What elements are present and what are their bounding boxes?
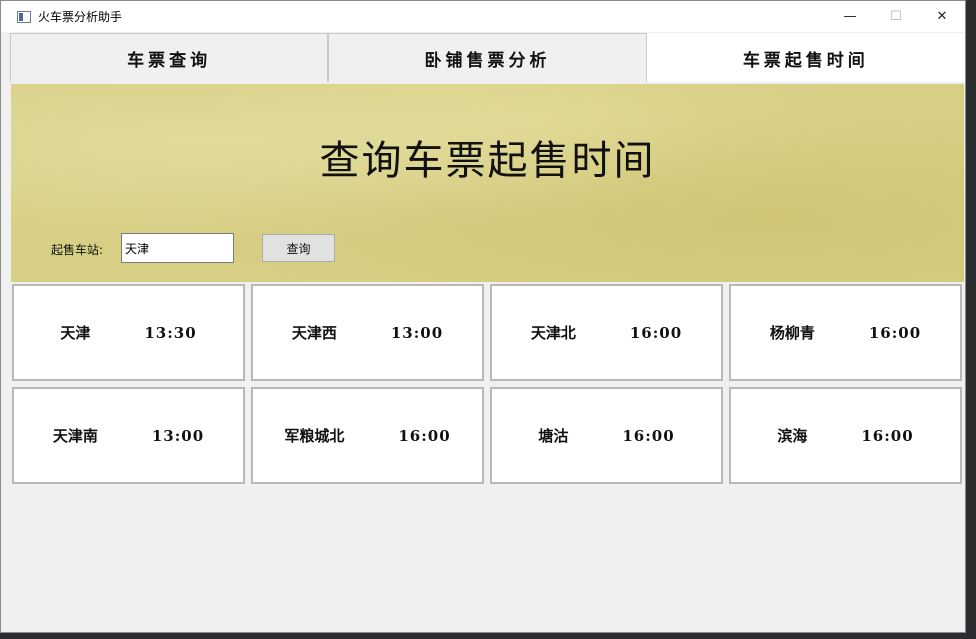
station-card: 军粮城北 16:00 <box>251 387 484 484</box>
station-name: 天津西 <box>291 324 337 342</box>
station-input[interactable] <box>121 233 234 263</box>
station-card: 杨柳青 16:00 <box>729 284 962 381</box>
station-card: 滨海 16:00 <box>729 387 962 484</box>
station-card: 天津南 13:00 <box>12 387 245 484</box>
tab-ticket-query[interactable]: 车票查询 <box>10 33 329 82</box>
sale-time: 16:00 <box>398 426 451 445</box>
station-name: 军粮城北 <box>284 427 345 445</box>
maximize-button[interactable]: ☐ <box>873 1 919 32</box>
station-label: 起售车站: <box>51 243 104 257</box>
station-card: 天津西 13:00 <box>251 284 484 381</box>
page-title: 查询车票起售时间 <box>319 138 656 184</box>
sale-time: 16:00 <box>629 323 683 342</box>
sale-time: 13:00 <box>151 426 205 445</box>
minimize-icon: — <box>843 9 857 24</box>
station-name: 滨海 <box>777 427 808 445</box>
maximize-icon: ☐ <box>890 9 902 24</box>
station-grid: 天津 13:30 天津西 13:00 天津北 16:00 杨柳青 16:00 天… <box>12 284 962 484</box>
station-name: 塘沽 <box>538 427 569 445</box>
background-edge <box>966 0 976 639</box>
tab-bar: 车票查询 卧铺售票分析 车票起售时间 <box>10 33 965 82</box>
station-card: 天津 13:30 <box>12 284 245 381</box>
station-card: 天津北 16:00 <box>490 284 723 381</box>
app-window: 火车票分析助手 — ☐ ✕ 车票查询 卧铺售票分析 车票起售时间 查询车票起售时… <box>0 0 966 633</box>
minimize-button[interactable]: — <box>827 1 873 32</box>
station-name: 天津南 <box>52 427 98 445</box>
app-icon <box>17 10 31 23</box>
tab-sale-time[interactable]: 车票起售时间 <box>646 33 965 82</box>
close-icon: ✕ <box>936 9 948 24</box>
tab-sleeper-analysis[interactable]: 卧铺售票分析 <box>328 33 647 82</box>
station-name: 杨柳青 <box>769 324 815 342</box>
station-name: 天津北 <box>530 324 576 342</box>
query-button[interactable]: 查询 <box>262 234 335 262</box>
sale-time: 16:00 <box>622 426 675 445</box>
station-card: 塘沽 16:00 <box>490 387 723 484</box>
station-name: 天津 <box>60 324 91 342</box>
window-title: 火车票分析助手 <box>38 10 123 24</box>
sale-time: 13:00 <box>390 323 444 342</box>
query-banner: 查询车票起售时间 起售车站: 查询 <box>11 84 964 282</box>
close-button[interactable]: ✕ <box>919 1 965 32</box>
title-bar[interactable]: 火车票分析助手 — ☐ ✕ <box>1 1 965 32</box>
sale-time: 16:00 <box>861 426 914 445</box>
window-controls: — ☐ ✕ <box>827 1 965 32</box>
sale-time: 16:00 <box>868 323 922 342</box>
sale-time: 13:30 <box>144 323 197 342</box>
